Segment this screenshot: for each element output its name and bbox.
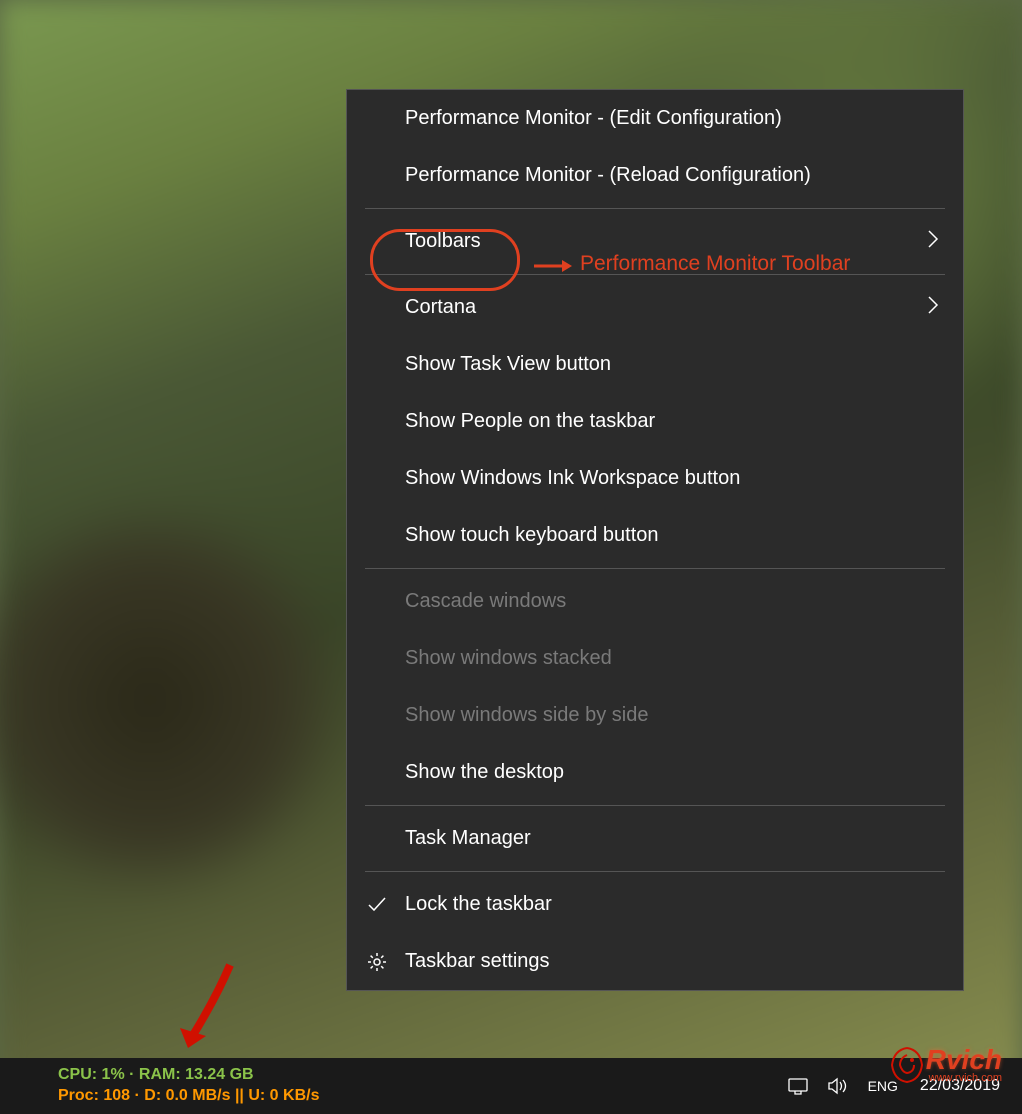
menu-separator — [365, 871, 945, 872]
action-center-icon[interactable] — [784, 1072, 812, 1100]
taskbar[interactable]: CPU: 1% · RAM: 13.24 GB Proc: 108 · D: 0… — [0, 1058, 1022, 1114]
gear-icon — [365, 950, 389, 974]
perf-cpu-ram: CPU: 1% · RAM: 13.24 GB — [58, 1065, 319, 1086]
menu-show-ink-workspace[interactable]: Show Windows Ink Workspace button — [347, 450, 963, 507]
menu-item-label: Show People on the taskbar — [405, 410, 655, 433]
chevron-right-icon — [927, 229, 941, 255]
menu-show-desktop[interactable]: Show the desktop — [347, 744, 963, 801]
menu-item-label: Lock the taskbar — [405, 893, 552, 916]
menu-item-label: Show Task View button — [405, 353, 611, 376]
menu-toolbars[interactable]: Toolbars — [347, 213, 963, 270]
taskbar-date: 22/03/2019 — [920, 1076, 1000, 1095]
menu-show-stacked: Show windows stacked — [347, 630, 963, 687]
menu-item-label: Cortana — [405, 296, 476, 319]
menu-show-task-view[interactable]: Show Task View button — [347, 336, 963, 393]
menu-item-label: Performance Monitor - (Edit Configuratio… — [405, 107, 782, 130]
menu-taskbar-settings[interactable]: Taskbar settings — [347, 933, 963, 990]
menu-show-side-by-side: Show windows side by side — [347, 687, 963, 744]
taskbar-context-menu: Performance Monitor - (Edit Configuratio… — [346, 89, 964, 991]
language-indicator[interactable]: ENG — [864, 1078, 902, 1094]
menu-item-label: Show windows side by side — [405, 704, 648, 727]
menu-perfmon-reload[interactable]: Performance Monitor - (Reload Configurat… — [347, 147, 963, 204]
menu-task-manager[interactable]: Task Manager — [347, 810, 963, 867]
perf-proc-disk-net: Proc: 108 · D: 0.0 MB/s || U: 0 KB/s — [58, 1086, 319, 1107]
menu-item-label: Show touch keyboard button — [405, 524, 659, 547]
menu-perfmon-edit[interactable]: Performance Monitor - (Edit Configuratio… — [347, 90, 963, 147]
checkmark-icon — [365, 893, 389, 917]
taskbar-clock[interactable]: 22/03/2019 — [914, 1076, 1006, 1095]
menu-show-touch-keyboard[interactable]: Show touch keyboard button — [347, 507, 963, 564]
menu-item-label: Task Manager — [405, 827, 531, 850]
menu-separator — [365, 568, 945, 569]
menu-item-label: Show Windows Ink Workspace button — [405, 467, 740, 490]
menu-separator — [365, 208, 945, 209]
menu-item-label: Show the desktop — [405, 761, 564, 784]
menu-cascade-windows: Cascade windows — [347, 573, 963, 630]
performance-monitor-toolbar[interactable]: CPU: 1% · RAM: 13.24 GB Proc: 108 · D: 0… — [8, 1065, 319, 1107]
menu-item-label: Show windows stacked — [405, 647, 612, 670]
volume-icon[interactable] — [824, 1072, 852, 1100]
menu-show-people[interactable]: Show People on the taskbar — [347, 393, 963, 450]
system-tray: ENG 22/03/2019 — [784, 1072, 1014, 1100]
chevron-right-icon — [927, 295, 941, 321]
menu-item-label: Performance Monitor - (Reload Configurat… — [405, 164, 811, 187]
menu-cortana[interactable]: Cortana — [347, 279, 963, 336]
menu-separator — [365, 805, 945, 806]
menu-separator — [365, 274, 945, 275]
menu-item-label: Cascade windows — [405, 590, 566, 613]
menu-item-label: Taskbar settings — [405, 950, 550, 973]
menu-lock-taskbar[interactable]: Lock the taskbar — [347, 876, 963, 933]
menu-item-label: Toolbars — [405, 230, 481, 253]
